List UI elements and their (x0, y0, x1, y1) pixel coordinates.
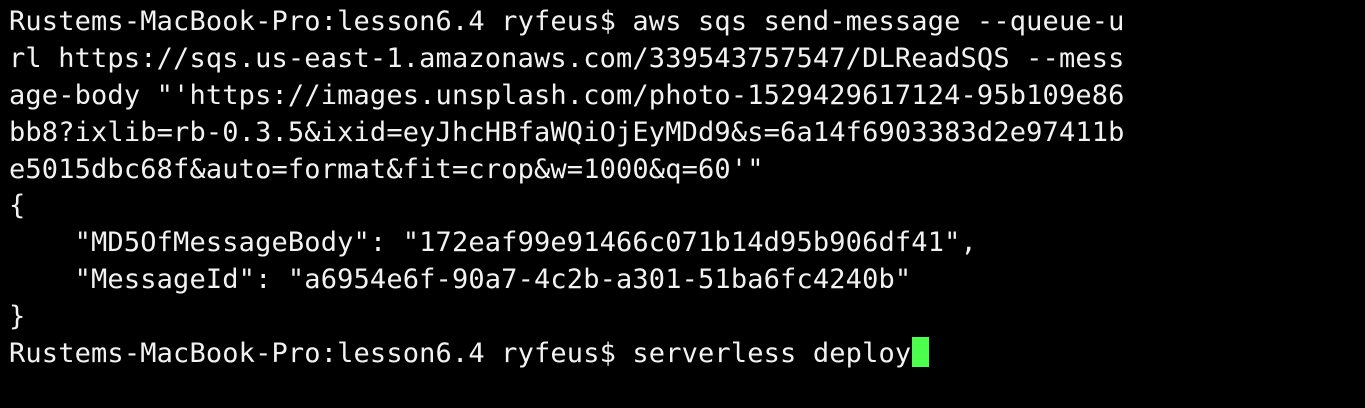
terminal-line-message-id: "MessageId": "a6954e6f-90a7-4c2b-a301-51… (9, 264, 912, 296)
terminal-line-command-1: Rustems-MacBook-Pro:lesson6.4 ryfeus$ aw… (9, 6, 1125, 37)
terminal-line-command-5: e5015dbc68f&auto=format&fit=crop&w=1000&… (9, 153, 764, 185)
terminal-line-command-2: rl https://sqs.us-east-1.amazonaws.com/3… (9, 42, 1125, 74)
terminal-line-md5: "MD5OfMessageBody": "172eaf99e91466c071b… (9, 227, 977, 259)
current-command[interactable]: serverless deploy (632, 338, 911, 369)
terminal-line-json-open: { (9, 190, 26, 222)
terminal-line-command-4: bb8?ixlib=rb-0.3.5&ixid=eyJhcHBfaWQiOjEy… (9, 116, 1125, 148)
text-cursor (912, 337, 930, 368)
terminal-window[interactable]: Rustems-MacBook-Pro:lesson6.4 ryfeus$ aw… (0, 0, 1365, 408)
terminal-line-json-close: } (9, 301, 26, 333)
terminal-line-command-3: age-body "'https://images.unsplash.com/p… (9, 79, 1125, 111)
shell-prompt: Rustems-MacBook-Pro:lesson6.4 ryfeus$ (9, 338, 633, 370)
terminal-input-line[interactable]: Rustems-MacBook-Pro:lesson6.4 ryfeus$ se… (9, 336, 1365, 373)
